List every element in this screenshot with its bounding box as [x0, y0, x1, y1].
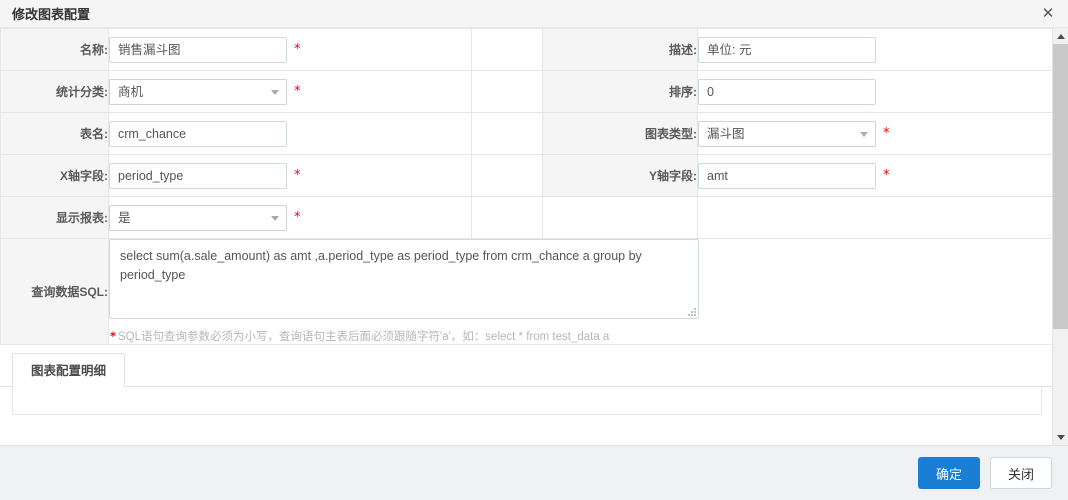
scrollbar-track[interactable]	[1053, 44, 1068, 429]
edit-chart-config-dialog: 修改图表配置 ✕ 名称: 销售漏斗图 *	[0, 0, 1068, 500]
required-marker: *	[883, 121, 890, 147]
chevron-down-icon	[271, 90, 279, 95]
sort-input[interactable]: 0	[698, 79, 876, 105]
chevron-up-icon[interactable]	[1053, 28, 1068, 44]
field-cell-show-report: 是*	[109, 197, 472, 239]
resize-grip-icon[interactable]	[686, 306, 696, 316]
field-cell-y-axis: amt *	[698, 155, 1053, 197]
description-input[interactable]: 单位: 元	[698, 37, 876, 63]
sql-textarea-value: select sum(a.sale_amount) as amt ,a.peri…	[120, 249, 642, 282]
field-label-table-name: 表名:	[1, 113, 109, 155]
tabs-area: 图表配置明细	[0, 345, 1052, 415]
name-input[interactable]: 销售漏斗图	[109, 37, 287, 63]
field-label-chart-type: 图表类型:	[543, 113, 698, 155]
x-axis-field-input[interactable]: period_type	[109, 163, 287, 189]
category-select[interactable]: 商机	[109, 79, 287, 105]
tabs-strip: 图表配置明细	[0, 353, 1052, 387]
field-label-category: 统计分类:	[1, 71, 109, 113]
required-marker: *	[294, 163, 301, 189]
field-label-sql: 查询数据SQL:	[1, 239, 109, 345]
field-cell-description: 单位: 元	[698, 29, 1053, 71]
chevron-down-icon	[860, 132, 868, 137]
spacer-cell	[472, 155, 543, 197]
field-cell-sort: 0	[698, 71, 1053, 113]
form-scroll-area: 名称: 销售漏斗图 * 描述: 单位: 元 统计分类:	[0, 28, 1052, 445]
form-row: 表名: crm_chance 图表类型: 漏斗图 *	[1, 113, 1053, 155]
field-label-show-report: 显示报表:	[1, 197, 109, 239]
chart-type-select[interactable]: 漏斗图	[698, 121, 876, 147]
dialog-title: 修改图表配置	[12, 4, 90, 23]
spacer-cell	[698, 197, 1053, 239]
form-row: 名称: 销售漏斗图 * 描述: 单位: 元	[1, 29, 1053, 71]
required-marker: *	[294, 37, 301, 63]
field-cell-category: 商机 *	[109, 71, 472, 113]
spacer-cell	[472, 29, 543, 71]
spacer-cell	[472, 113, 543, 155]
chart-config-form: 名称: 销售漏斗图 * 描述: 单位: 元 统计分类:	[0, 28, 1052, 345]
spacer-cell	[472, 197, 543, 239]
y-axis-field-input[interactable]: amt	[698, 163, 876, 189]
chart-type-select-value: 漏斗图	[707, 127, 745, 141]
field-cell-chart-type: 漏斗图 *	[698, 113, 1053, 155]
form-row: X轴字段: period_type * Y轴字段: amt *	[1, 155, 1053, 197]
dialog-body: 名称: 销售漏斗图 * 描述: 单位: 元 统计分类:	[0, 28, 1068, 445]
field-label-sort: 排序:	[543, 71, 698, 113]
chevron-down-icon[interactable]	[1053, 429, 1068, 445]
field-cell-sql: select sum(a.sale_amount) as amt ,a.peri…	[109, 239, 1053, 345]
spacer-cell	[543, 197, 698, 239]
hint-star-icon: *	[110, 329, 116, 343]
confirm-button[interactable]: 确定	[918, 457, 980, 489]
form-row: 统计分类: 商机 * 排序: 0	[1, 71, 1053, 113]
form-row: 显示报表: 是*	[1, 197, 1053, 239]
tab-chart-config-detail[interactable]: 图表配置明细	[12, 353, 125, 387]
field-label-name: 名称:	[1, 29, 109, 71]
field-cell-name: 销售漏斗图 *	[109, 29, 472, 71]
sql-textarea[interactable]: select sum(a.sale_amount) as amt ,a.peri…	[109, 239, 699, 319]
dialog-footer: 确定 关闭	[0, 445, 1068, 500]
field-cell-table-name: crm_chance	[109, 113, 472, 155]
vertical-scrollbar[interactable]	[1052, 28, 1068, 445]
sql-hint: *SQL语句查询参数必须为小写，查询语句主表后面必须跟随字符'a'，如：sele…	[110, 328, 1052, 344]
required-marker: *	[294, 205, 301, 231]
form-row-sql: 查询数据SQL: select sum(a.sale_amount) as am…	[1, 239, 1053, 345]
show-report-select-value: 是	[118, 211, 131, 225]
field-label-description: 描述:	[543, 29, 698, 71]
close-button[interactable]: 关闭	[990, 457, 1052, 489]
close-icon[interactable]: ✕	[1040, 6, 1056, 22]
category-select-value: 商机	[118, 85, 143, 99]
scrollbar-thumb[interactable]	[1053, 44, 1068, 329]
spacer-cell	[472, 71, 543, 113]
field-label-y-axis: Y轴字段:	[543, 155, 698, 197]
table-name-input[interactable]: crm_chance	[109, 121, 287, 147]
tab-panel-chart-config-detail	[12, 387, 1042, 415]
required-marker: *	[883, 163, 890, 189]
field-cell-x-axis: period_type *	[109, 155, 472, 197]
dialog-titlebar: 修改图表配置 ✕	[0, 0, 1068, 28]
field-label-x-axis: X轴字段:	[1, 155, 109, 197]
sql-hint-text: SQL语句查询参数必须为小写，查询语句主表后面必须跟随字符'a'，如：selec…	[118, 331, 609, 343]
chevron-down-icon	[271, 216, 279, 221]
show-report-select[interactable]: 是	[109, 205, 287, 231]
required-marker: *	[294, 79, 301, 105]
